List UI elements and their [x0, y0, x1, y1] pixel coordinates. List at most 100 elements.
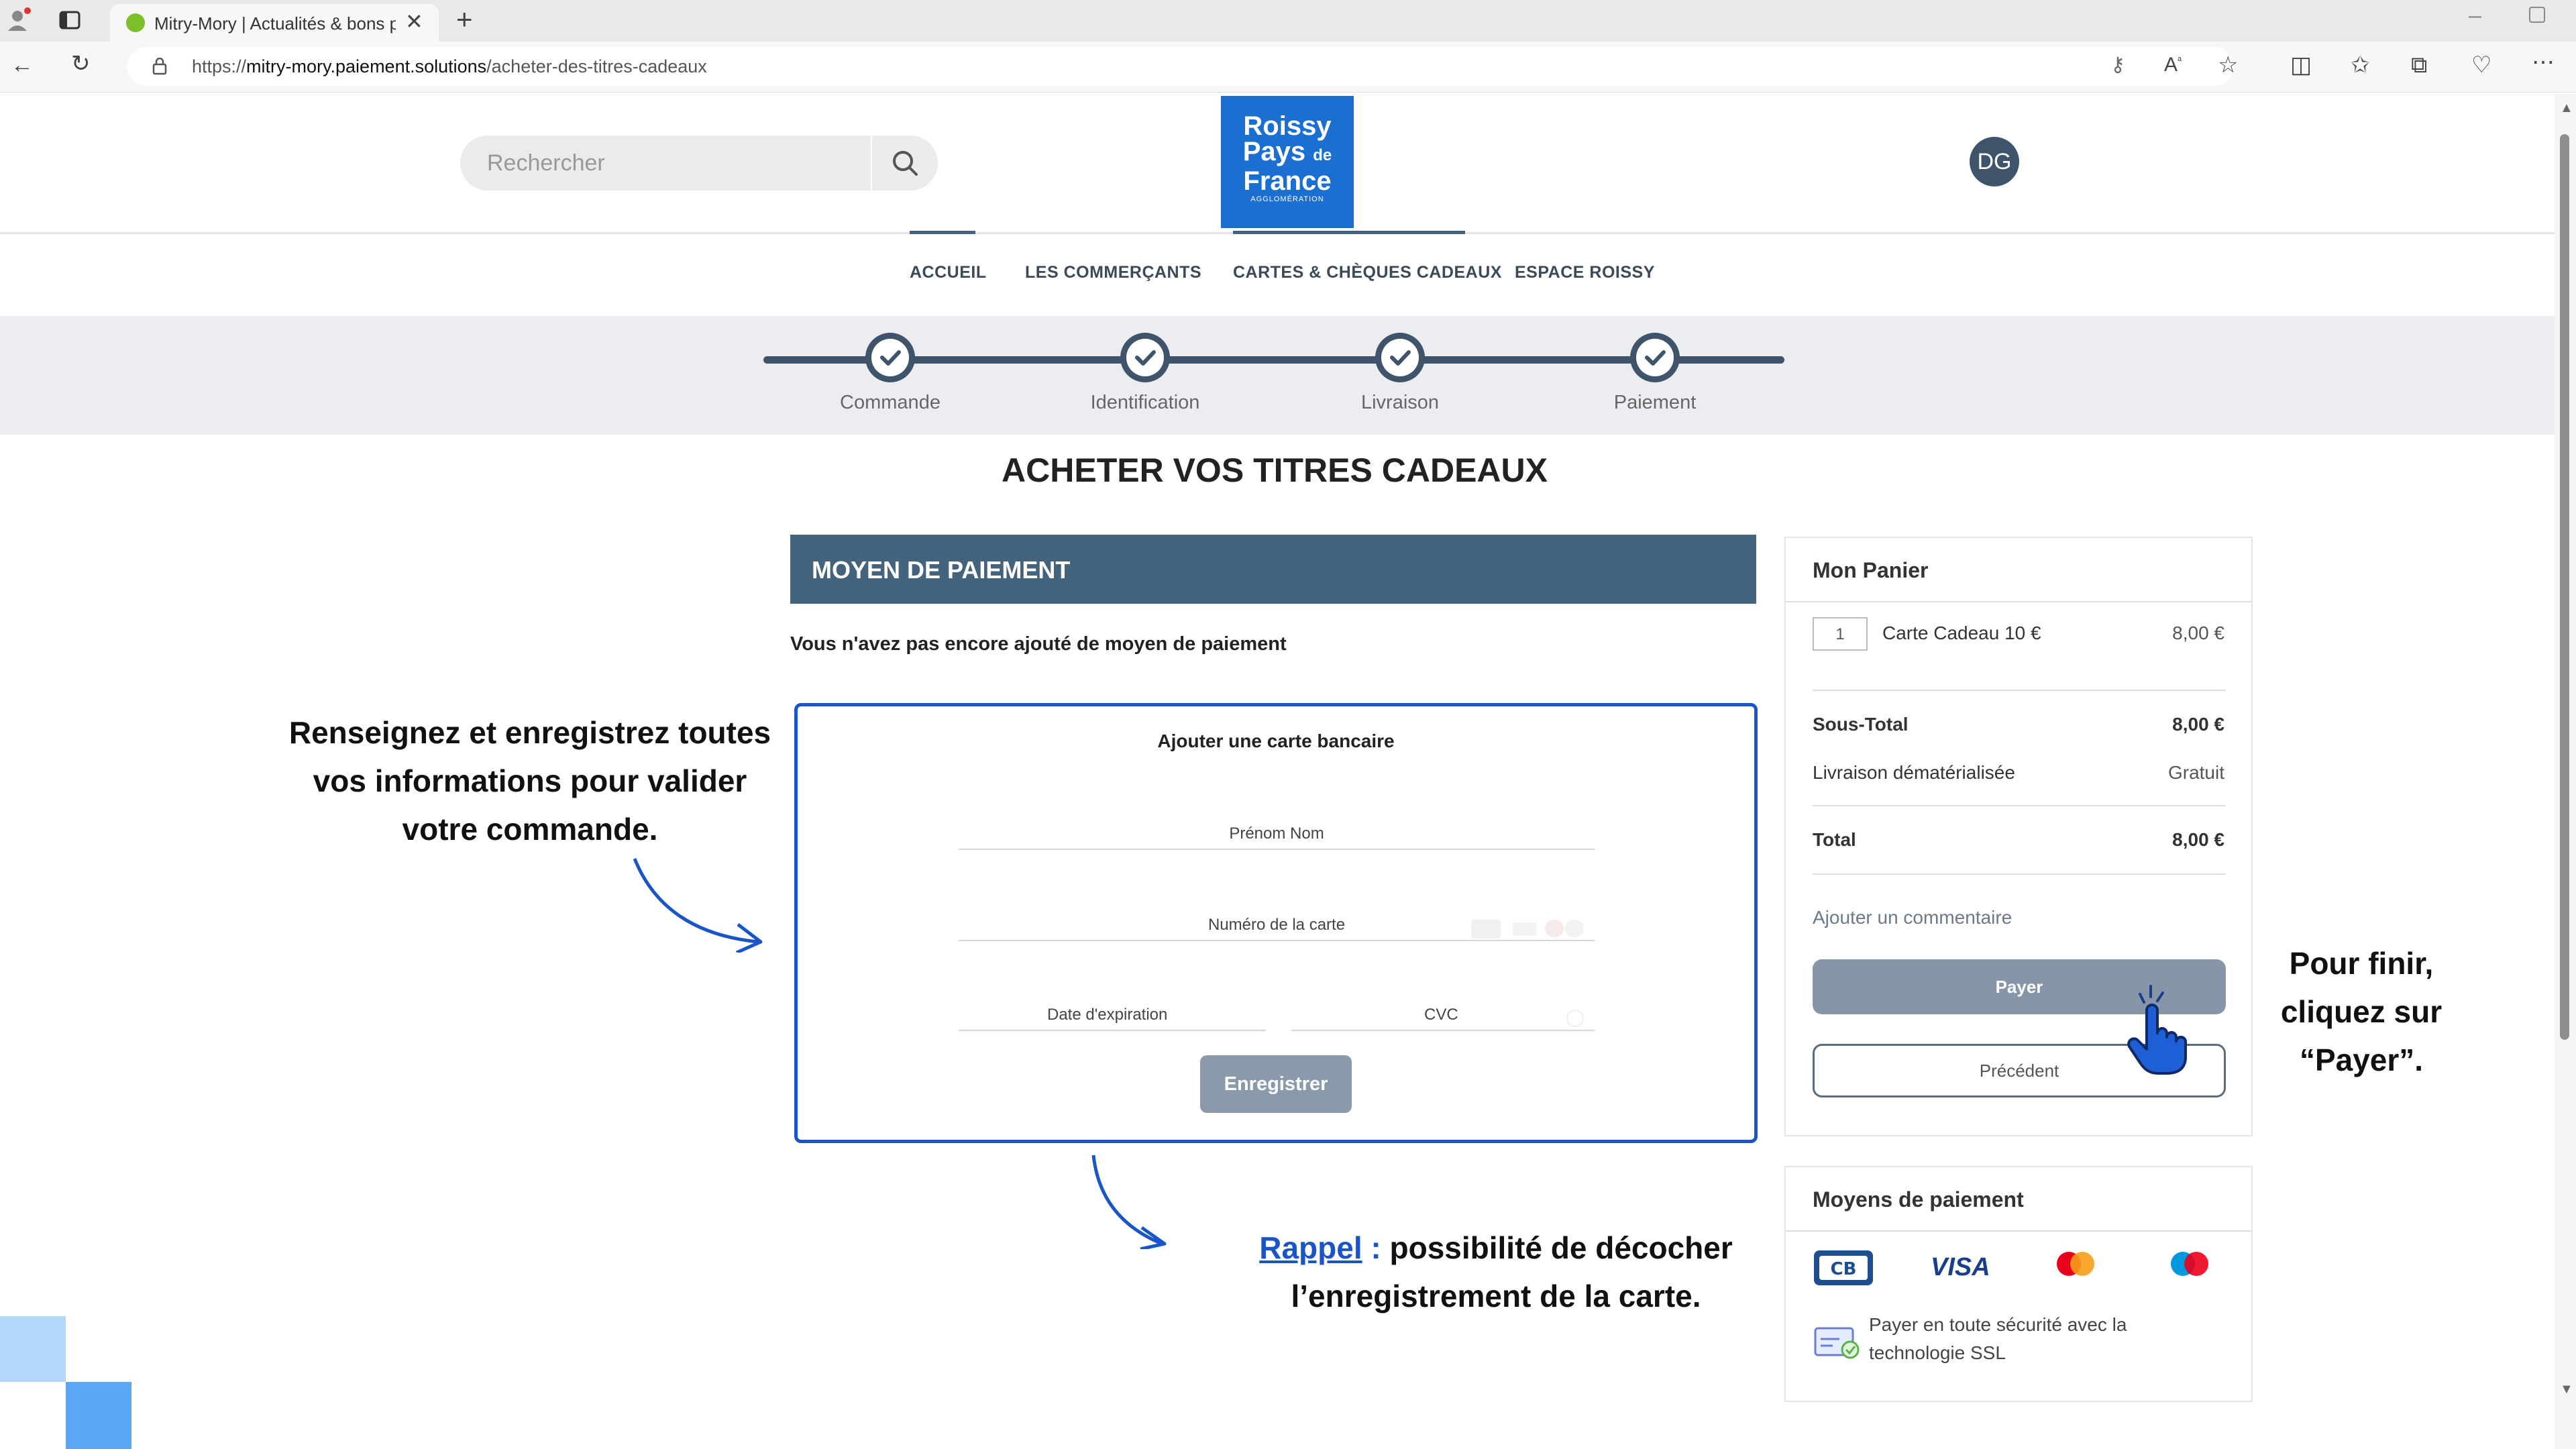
check-icon: [1645, 350, 1666, 366]
cart-item-price: 8,00 €: [2172, 623, 2224, 643]
nav-accueil[interactable]: ACCUEIL: [910, 263, 987, 282]
favorites-list-icon[interactable]: ✩: [2351, 54, 2370, 76]
check-icon: [1135, 350, 1156, 366]
split-screen-icon[interactable]: ◫: [2290, 54, 2312, 76]
annotation-right: Pour finir, cliquez sur “Payer”.: [2280, 946, 2443, 1077]
logo-line1: Roissy: [1243, 111, 1332, 141]
card-brands-icon: [1471, 918, 1585, 942]
add-comment-link[interactable]: Ajouter un commentaire: [1813, 907, 2012, 928]
reload-icon[interactable]: ↻: [71, 52, 91, 75]
cart-divider: [1813, 805, 2226, 806]
favorite-star-icon[interactable]: ☆: [2218, 54, 2238, 76]
tab-title: Mitry-Mory | Actualités & bons pl: [154, 13, 396, 34]
payment-method-header: MOYEN DE PAIEMENT: [790, 535, 1756, 604]
logo-subtitle: AGGLOMÉRATION: [1250, 195, 1324, 203]
collections-icon[interactable]: ⧉: [2411, 54, 2427, 76]
cart-item-name: Carte Cadeau 10 €: [1882, 623, 2041, 643]
url-text: https://mitry-mory.paiement.solutions/ac…: [192, 56, 707, 76]
page-scrollbar[interactable]: ▲ ▼: [2555, 94, 2576, 1449]
check-icon: [880, 350, 901, 366]
nav-espace-roissy[interactable]: ESPACE ROISSY: [1515, 263, 1655, 282]
browser-address-bar: ← ↻ https://mitry-mory.paiement.solution…: [0, 42, 2576, 93]
maestro-icon: [2168, 1249, 2211, 1285]
cardholder-name-label: Prénom Nom: [1229, 824, 1324, 843]
page-title: ACHETER VOS TITRES CADEAUX: [1002, 451, 1548, 489]
hand-pointer-icon: [2113, 975, 2194, 1076]
scroll-thumb[interactable]: [2560, 134, 2569, 1040]
site-logo[interactable]: Roissy Pays de France AGGLOMÉRATION: [1221, 96, 1354, 228]
delivery-label: Livraison dématérialisée: [1813, 762, 2015, 783]
add-card-form: Ajouter une carte bancaire Prénom Nom Nu…: [794, 703, 1758, 1143]
visa-logo: VISA: [1931, 1253, 1990, 1281]
save-card-button[interactable]: Enregistrer: [1200, 1055, 1352, 1113]
expiry-date-label: Date d'expiration: [1047, 1006, 1168, 1024]
logo-line2: Pays de: [1242, 137, 1332, 166]
cvc-field[interactable]: CVC: [1291, 998, 1595, 1031]
back-icon[interactable]: ←: [11, 54, 34, 76]
checkout-stepper: [0, 316, 2555, 435]
expiry-date-field[interactable]: Date d'expiration: [959, 998, 1266, 1031]
item-quantity-input[interactable]: 1: [1813, 617, 1868, 651]
rappel-link[interactable]: Rappel: [1259, 1230, 1362, 1265]
cart-divider: [1813, 690, 2226, 691]
profile-icon[interactable]: [5, 7, 32, 34]
arrow-left-icon: [624, 852, 771, 956]
cvc-label: CVC: [1424, 1006, 1458, 1024]
mastercard-icon: [2054, 1249, 2097, 1285]
step-commande: [865, 333, 915, 382]
subtotal-value: 8,00 €: [2172, 714, 2224, 735]
read-aloud-icon[interactable]: Aᵃ: [2164, 55, 2182, 75]
step-livraison: [1375, 333, 1425, 382]
scroll-up-icon[interactable]: ▲: [2560, 101, 2573, 116]
methods-divider: [1786, 1230, 2251, 1232]
decorative-square-light: [0, 1316, 66, 1382]
search-input[interactable]: Rechercher: [487, 150, 605, 176]
nav-commercants[interactable]: LES COMMERÇANTS: [1025, 263, 1201, 282]
subtotal-label: Sous-Total: [1813, 714, 1909, 735]
decorative-square-blue: [66, 1382, 131, 1449]
annotation-bottom: Rappel : possibilité de décocher l’enreg…: [1259, 1230, 1733, 1313]
add-card-title: Ajouter une carte bancaire: [1157, 731, 1395, 751]
minimize-icon[interactable]: –: [2469, 4, 2481, 27]
close-tab-icon[interactable]: ✕: [405, 11, 423, 32]
scroll-down-icon[interactable]: ▼: [2560, 1382, 2573, 1397]
payment-methods-title: Moyens de paiement: [1813, 1187, 2024, 1212]
search-icon: [893, 151, 918, 176]
total-label: Total: [1813, 829, 1856, 850]
step-label-commande: Commande: [840, 392, 941, 413]
logo-line3: France: [1243, 166, 1332, 196]
cart-title: Mon Panier: [1813, 558, 1929, 582]
tab-actions-icon[interactable]: [58, 8, 82, 32]
no-payment-note: Vous n'avez pas encore ajouté de moyen d…: [790, 633, 1287, 655]
ssl-text: Payer en toute sécurité avec la technolo…: [1869, 1314, 2127, 1363]
payment-methods-panel: Moyens de paiement CB VISA Payer en tout…: [1784, 1166, 2253, 1402]
site-favicon-icon: [126, 13, 145, 32]
step-paiement: [1630, 333, 1680, 382]
nav-cartes-cheques[interactable]: CARTES & CHÈQUES CADEAUX: [1233, 263, 1502, 282]
cart-divider: [1813, 873, 2226, 875]
browser-tab-active[interactable]: Mitry-Mory | Actualités & bons pl ✕: [110, 4, 439, 42]
new-tab-icon[interactable]: +: [456, 5, 473, 34]
site-info-icon[interactable]: [152, 57, 168, 75]
step-identification: [1120, 333, 1170, 382]
search-bar[interactable]: Rechercher: [460, 136, 938, 191]
check-icon: [1390, 350, 1411, 366]
cardholder-name-field[interactable]: Prénom Nom: [959, 816, 1595, 850]
search-button[interactable]: [871, 136, 938, 191]
annotation-left: Renseignez et enregistrez toutes vos inf…: [288, 715, 771, 847]
step-label-livraison: Livraison: [1360, 392, 1440, 413]
password-key-icon[interactable]: ⚷: [2110, 55, 2125, 75]
cvc-info-icon: [1566, 1010, 1584, 1027]
nav-indicator-cartes: [1233, 231, 1465, 234]
step-label-identification: Identification: [1090, 392, 1200, 413]
step-label-paiement: Paiement: [1613, 392, 1697, 413]
browser-essentials-icon[interactable]: ♡: [2471, 54, 2491, 76]
browser-tab-bar: Mitry-Mory | Actualités & bons pl ✕ + –: [0, 0, 2576, 42]
ssl-secure-icon: [1813, 1323, 1861, 1364]
restore-icon[interactable]: [2529, 7, 2545, 23]
user-avatar[interactable]: DG: [1970, 137, 2019, 186]
total-value: 8,00 €: [2172, 829, 2224, 850]
more-menu-icon[interactable]: ⋯: [2532, 51, 2555, 74]
card-number-field[interactable]: Numéro de la carte: [959, 908, 1595, 941]
url-field[interactable]: https://mitry-mory.paiement.solutions/ac…: [127, 47, 2234, 86]
